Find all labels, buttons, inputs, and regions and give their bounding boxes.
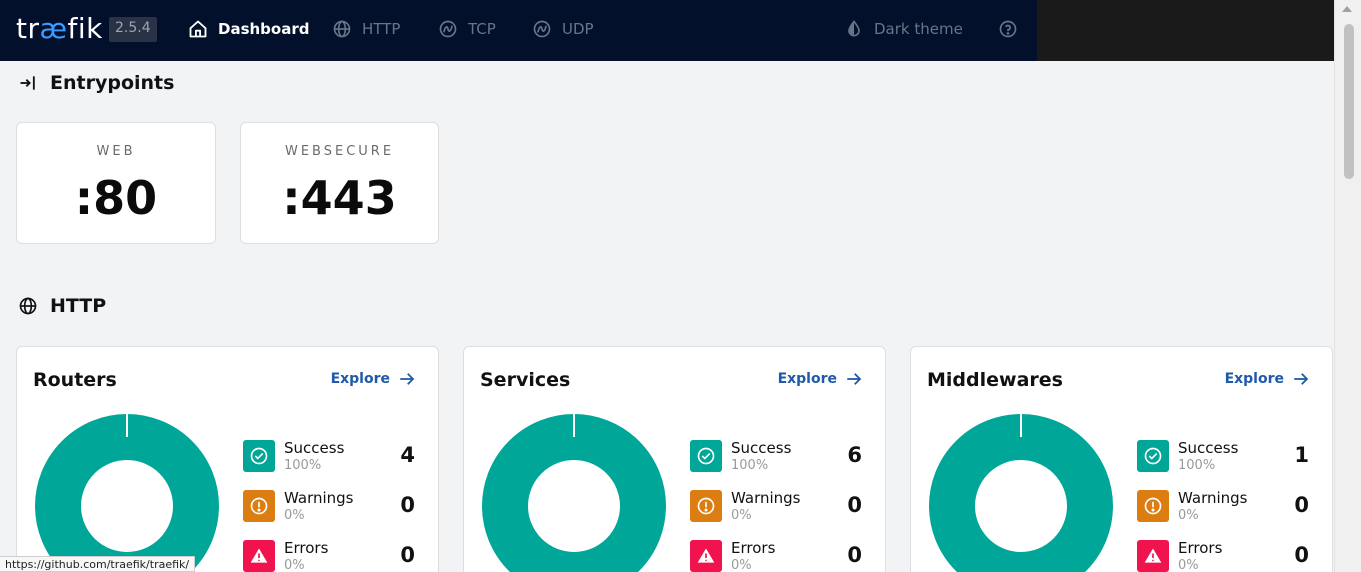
nav-udp[interactable]: UDP bbox=[532, 16, 594, 42]
home-icon bbox=[189, 20, 207, 38]
warning-exclamation-icon bbox=[1137, 490, 1169, 522]
page-scrollbar[interactable] bbox=[1334, 0, 1361, 572]
panel-title: Routers bbox=[33, 369, 117, 391]
success-stat: Success 100% 6 bbox=[690, 439, 862, 474]
entrypoints-heading: Entrypoints bbox=[18, 72, 174, 94]
services-panel: Services Explore Success 100% 6 Warnings… bbox=[463, 346, 886, 572]
warnings-stat: Warnings 0% 0 bbox=[1137, 489, 1309, 524]
warnings-stat: Warnings 0% 0 bbox=[243, 489, 415, 524]
traefik-logo[interactable]: træfik bbox=[16, 12, 103, 45]
help-button[interactable] bbox=[998, 16, 1018, 42]
middlewares-panel: Middlewares Explore Success 100% 1 Warni… bbox=[910, 346, 1333, 572]
warnings-stat: Warnings 0% 0 bbox=[690, 489, 862, 524]
status-donut-chart bbox=[482, 414, 666, 572]
entrypoint-name: WEB bbox=[96, 144, 136, 159]
error-triangle-icon bbox=[1137, 540, 1169, 572]
sign-in-arrow-icon bbox=[20, 76, 35, 90]
udp-icon bbox=[533, 20, 551, 38]
status-bar-url: https://github.com/traefik/traefik/ bbox=[0, 556, 196, 572]
arrow-right-icon bbox=[847, 373, 862, 385]
success-stat: Success 100% 1 bbox=[1137, 439, 1309, 474]
success-check-icon bbox=[1137, 440, 1169, 472]
explore-routers-link[interactable]: Explore bbox=[331, 370, 416, 388]
success-stat: Success 100% 4 bbox=[243, 439, 415, 474]
nav-dashboard[interactable]: Dashboard bbox=[188, 16, 309, 42]
explore-middlewares-link[interactable]: Explore bbox=[1225, 370, 1310, 388]
warning-exclamation-icon bbox=[690, 490, 722, 522]
arrow-right-icon bbox=[1294, 373, 1309, 385]
globe-icon bbox=[19, 297, 37, 315]
nav-http[interactable]: HTTP bbox=[332, 16, 400, 42]
version-badge: 2.5.4 bbox=[109, 17, 157, 42]
errors-stat: Errors 0% 0 bbox=[243, 539, 415, 572]
success-check-icon bbox=[243, 440, 275, 472]
status-donut-chart bbox=[35, 414, 219, 572]
warning-exclamation-icon bbox=[243, 490, 275, 522]
help-icon bbox=[999, 20, 1017, 38]
panel-title: Middlewares bbox=[927, 369, 1063, 391]
entrypoint-name: WEBSECURE bbox=[284, 144, 395, 159]
arrow-right-icon bbox=[400, 373, 415, 385]
entrypoint-card-web[interactable]: WEB :80 bbox=[16, 122, 216, 244]
tcp-icon bbox=[439, 20, 457, 38]
error-triangle-icon bbox=[690, 540, 722, 572]
status-donut-chart bbox=[929, 414, 1113, 572]
scroll-up-arrow-icon[interactable] bbox=[1342, 6, 1352, 12]
success-check-icon bbox=[690, 440, 722, 472]
entrypoint-card-websecure[interactable]: WEBSECURE :443 bbox=[240, 122, 439, 244]
errors-stat: Errors 0% 0 bbox=[1137, 539, 1309, 572]
routers-panel: Routers Explore Success 100% 4 Warnings … bbox=[16, 346, 439, 572]
error-triangle-icon bbox=[243, 540, 275, 572]
scroll-thumb[interactable] bbox=[1344, 24, 1354, 179]
dark-theme-toggle[interactable]: Dark theme bbox=[844, 16, 963, 42]
http-heading: HTTP bbox=[18, 295, 106, 317]
entrypoint-port: :80 bbox=[74, 171, 158, 225]
errors-stat: Errors 0% 0 bbox=[690, 539, 862, 572]
nav-tcp[interactable]: TCP bbox=[438, 16, 496, 42]
entrypoint-port: :443 bbox=[282, 171, 397, 225]
panel-title: Services bbox=[480, 369, 571, 391]
top-navigation-bar: træfik 2.5.4 Dashboard HTTP TCP UDP Dark… bbox=[0, 0, 1037, 61]
topbar-right-area bbox=[1037, 0, 1334, 61]
globe-icon bbox=[333, 20, 351, 38]
droplet-icon bbox=[848, 20, 860, 37]
explore-services-link[interactable]: Explore bbox=[778, 370, 863, 388]
